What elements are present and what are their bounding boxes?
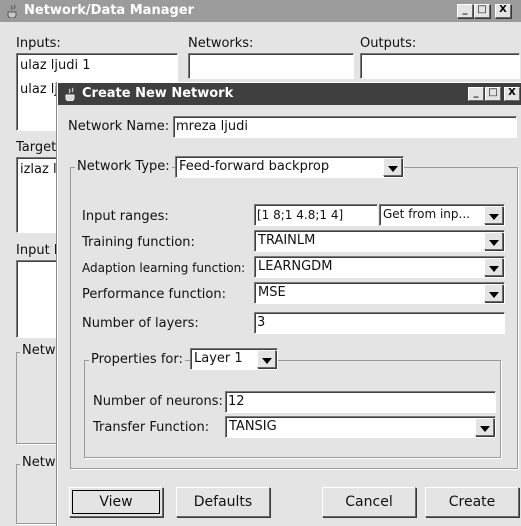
dialog-close-button[interactable]: X: [504, 87, 520, 101]
get-from-input-value: Get from inp...: [383, 207, 470, 221]
targets-list-item[interactable]: izlaz l: [20, 162, 57, 177]
input-ranges-label: Input ranges:: [82, 209, 169, 224]
training-function-label: Training function:: [82, 235, 195, 250]
chevron-down-icon[interactable]: [484, 232, 503, 250]
bg-window-title: Network/Data Manager: [24, 3, 195, 18]
outputs-list[interactable]: [360, 53, 520, 79]
bg-maximize-button[interactable]: □: [474, 4, 490, 18]
networks-list[interactable]: [188, 53, 354, 79]
transfer-function-label: Transfer Function:: [93, 420, 210, 435]
get-from-input-select[interactable]: Get from inp...: [379, 204, 505, 226]
properties-for-value: Layer 1: [194, 351, 243, 366]
properties-for-label: Properties for:: [89, 352, 185, 367]
chevron-down-icon[interactable]: [484, 258, 503, 276]
performance-function-select[interactable]: MSE: [254, 282, 505, 304]
adaption-function-value: LEARNGDM: [258, 259, 333, 274]
inputs-list-item[interactable]: ulaz ljudi 1: [20, 58, 91, 73]
dialog-minimize-button[interactable]: _: [468, 87, 484, 101]
java-cup-icon: [6, 4, 20, 19]
num-neurons-input[interactable]: 12: [225, 391, 496, 413]
chevron-down-icon[interactable]: [484, 284, 503, 302]
network-type-value: Feed-forward backprop: [179, 159, 330, 174]
num-layers-input[interactable]: 3: [254, 312, 505, 334]
cancel-button[interactable]: Cancel: [322, 487, 416, 517]
dialog-titlebar: Create New Network _ □ X: [58, 83, 521, 105]
performance-function-label: Performance function:: [82, 287, 226, 302]
defaults-button[interactable]: Defaults: [176, 487, 270, 517]
adaption-function-label: Adaption learning function:: [82, 261, 246, 275]
targets-label: Target: [16, 140, 57, 155]
transfer-function-select[interactable]: TANSIG: [225, 416, 496, 438]
network-name-input[interactable]: mreza ljudi: [173, 116, 517, 138]
bg-minimize-button[interactable]: _: [457, 4, 473, 18]
chevron-down-icon[interactable]: [383, 158, 402, 176]
num-layers-label: Number of layers:: [82, 316, 199, 331]
num-neurons-label: Number of neurons:: [93, 394, 223, 409]
java-cup-icon: [64, 87, 78, 102]
inputs-list-item[interactable]: ulaz lj: [20, 82, 58, 97]
training-function-select[interactable]: TRAINLM: [254, 230, 505, 252]
adaption-function-select[interactable]: LEARNGDM: [254, 256, 505, 278]
bg-titlebar: Network/Data Manager _ □ X: [0, 0, 521, 22]
network-type-select[interactable]: Feed-forward backprop: [175, 156, 404, 178]
outputs-label: Outputs:: [360, 36, 417, 51]
view-button[interactable]: View: [69, 487, 163, 517]
bg-close-button[interactable]: X: [495, 4, 511, 18]
create-button[interactable]: Create: [425, 487, 519, 517]
chevron-down-icon[interactable]: [484, 206, 503, 224]
dialog-maximize-button[interactable]: □: [485, 87, 501, 101]
properties-for-select[interactable]: Layer 1: [190, 348, 278, 370]
network-name-label: Network Name:: [68, 119, 170, 134]
input-ranges-input[interactable]: [1 8;1 4.8;1 4]: [254, 204, 378, 226]
create-network-dialog: Create New Network _ □ X Network Name: m…: [57, 82, 521, 526]
inputs-label: Inputs:: [16, 36, 61, 51]
transfer-function-value: TANSIG: [229, 419, 277, 434]
dialog-title: Create New Network: [82, 86, 234, 101]
network-group-1-label: Netw: [20, 343, 58, 358]
network-type-label: Network Type:: [75, 159, 172, 174]
performance-function-value: MSE: [258, 285, 286, 300]
chevron-down-icon[interactable]: [257, 350, 276, 368]
training-function-value: TRAINLM: [258, 233, 316, 248]
chevron-down-icon[interactable]: [475, 418, 494, 436]
networks-label: Networks:: [188, 36, 254, 51]
network-group-2-label: Netw: [20, 455, 58, 470]
